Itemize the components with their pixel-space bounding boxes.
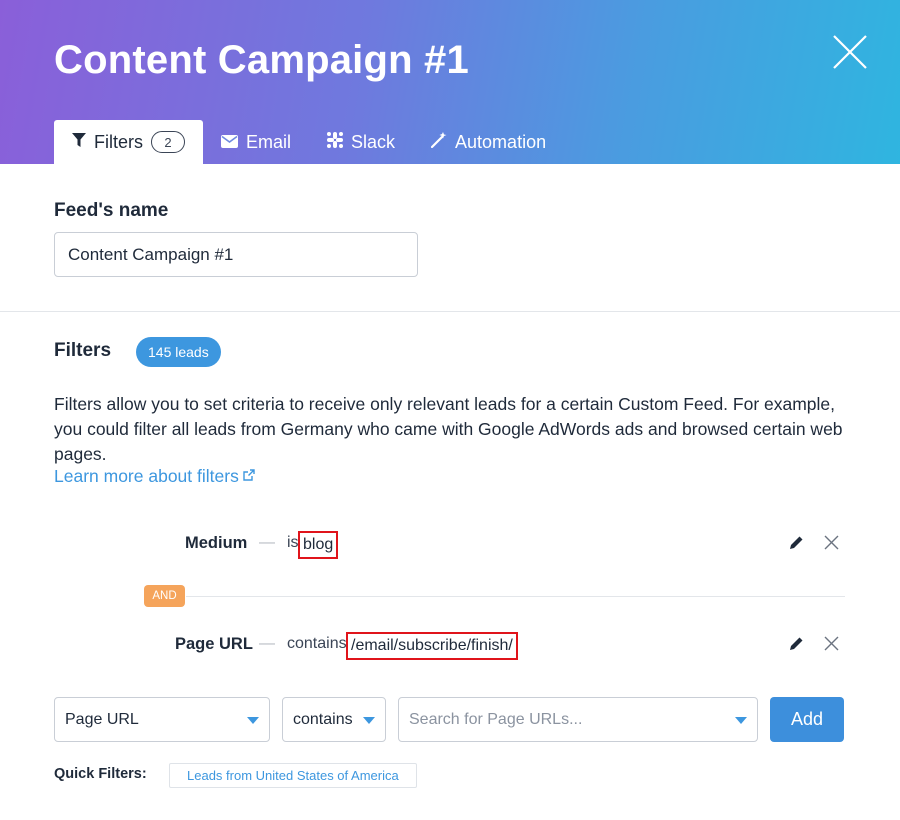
filters-description: Filters allow you to set criteria to rec…: [54, 394, 843, 464]
add-button[interactable]: Add: [770, 697, 844, 742]
operator-select-value: contains: [293, 710, 353, 728]
modal-header: Content Campaign #1 Filters 2 Email Slac…: [0, 0, 900, 164]
rule-separator: —: [259, 635, 275, 652]
tab-label: Automation: [455, 131, 547, 152]
feed-name-input[interactable]: [54, 232, 418, 277]
filter-icon: [72, 132, 94, 153]
page-title: Content Campaign #1: [54, 38, 469, 82]
search-placeholder: Search for Page URLs...: [409, 710, 583, 728]
rule-operator: is: [287, 534, 299, 551]
close-icon[interactable]: [824, 636, 839, 656]
external-link-icon: [239, 466, 256, 487]
section-divider: [0, 311, 900, 312]
tab-bar: Filters 2 Email Slack Automation: [54, 120, 564, 164]
rule-field: Medium: [185, 533, 248, 552]
filters-heading: Filters: [54, 340, 112, 361]
filter-count-badge: 2: [151, 131, 185, 153]
tab-filters[interactable]: Filters 2: [54, 120, 203, 164]
slack-icon: [327, 131, 351, 153]
close-icon[interactable]: [824, 535, 839, 555]
and-divider: [186, 596, 845, 597]
tab-email[interactable]: Email: [203, 120, 309, 164]
magic-wand-icon: [430, 131, 455, 153]
page-url-search-input[interactable]: Search for Page URLs...: [398, 697, 758, 742]
rule-separator: —: [259, 534, 275, 551]
leads-count-badge: 145 leads: [136, 337, 221, 367]
rule-operator: contains: [287, 635, 347, 652]
tab-automation[interactable]: Automation: [413, 120, 564, 164]
rule-value: /email/subscribe/finish/: [346, 632, 518, 660]
feed-name-label: Feed's name: [54, 200, 169, 221]
envelope-icon: [221, 132, 246, 153]
tab-slack[interactable]: Slack: [309, 120, 413, 164]
pencil-icon[interactable]: [789, 535, 804, 555]
learn-more-link[interactable]: Learn more about filters: [54, 466, 256, 487]
field-select-value: Page URL: [65, 710, 139, 728]
rule-value: blog: [298, 531, 339, 559]
chevron-down-icon: [247, 717, 259, 724]
chevron-down-icon: [735, 717, 747, 724]
field-select[interactable]: Page URL: [54, 697, 270, 742]
tab-label: Email: [246, 131, 292, 152]
quick-filter-chip[interactable]: Leads from United States of America: [169, 763, 417, 788]
filter-rule: Medium — is blog: [0, 528, 900, 559]
quick-filters-label: Quick Filters:: [54, 766, 147, 782]
operator-select[interactable]: contains: [282, 697, 386, 742]
rule-field: Page URL: [175, 634, 253, 653]
tab-label: Slack: [351, 131, 396, 152]
pencil-icon[interactable]: [789, 636, 804, 656]
tab-label: Filters: [94, 131, 143, 152]
learn-more-label: Learn more about filters: [54, 466, 239, 486]
chevron-down-icon: [363, 717, 375, 724]
filter-rule: Page URL — contains /email/subscribe/fin…: [0, 629, 900, 660]
close-icon[interactable]: [830, 32, 870, 72]
and-badge: AND: [144, 585, 185, 607]
